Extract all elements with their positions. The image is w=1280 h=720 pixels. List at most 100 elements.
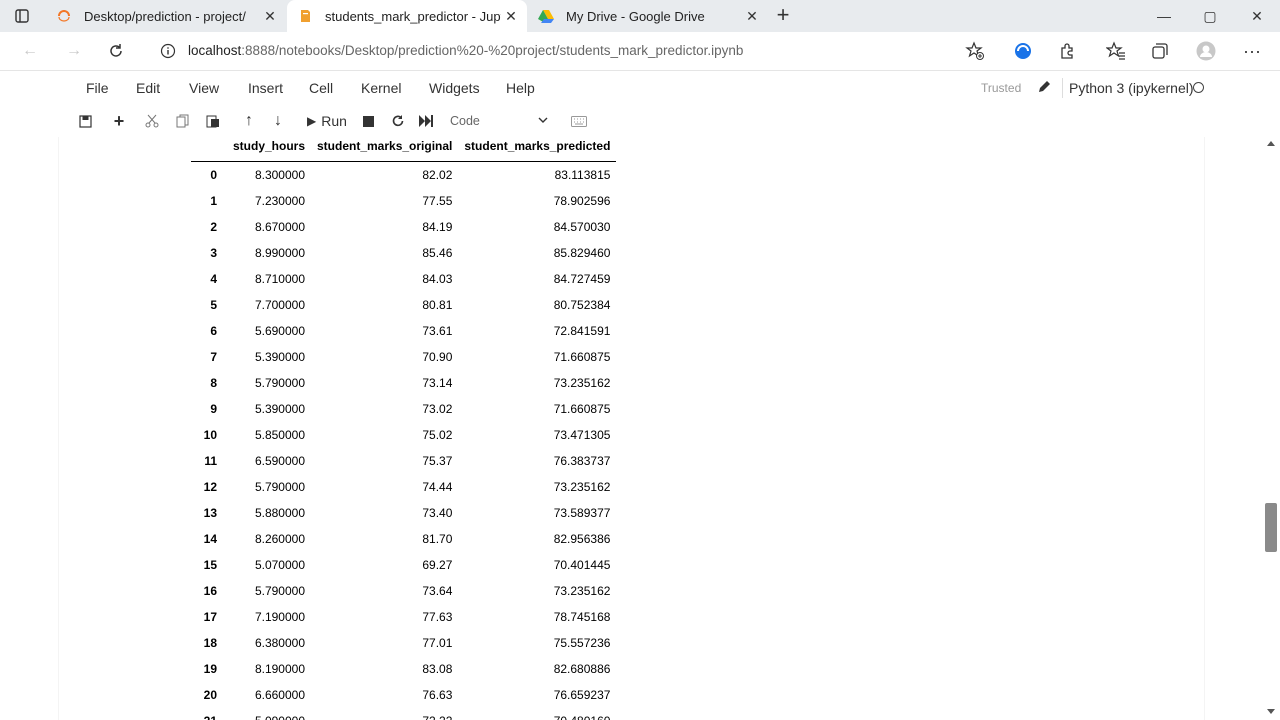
stop-icon[interactable] bbox=[361, 111, 375, 131]
keyboard-icon[interactable] bbox=[570, 111, 588, 131]
table-cell: 84.03 bbox=[422, 272, 453, 286]
row-index: 11 bbox=[204, 454, 217, 468]
chevron-down-icon bbox=[538, 114, 548, 128]
row-index: 1 bbox=[210, 194, 217, 208]
move-down-icon[interactable]: ↓ bbox=[269, 111, 287, 131]
table-cell: 73.40 bbox=[422, 506, 453, 520]
table-cell: 73.471305 bbox=[553, 428, 611, 442]
kernel-name[interactable]: Python 3 (ipykernel) bbox=[1069, 80, 1194, 96]
scroll-up-icon[interactable] bbox=[1267, 141, 1275, 146]
table-cell: 75.557236 bbox=[553, 636, 611, 650]
table-cell: 73.235162 bbox=[553, 376, 611, 390]
favorites-icon[interactable] bbox=[1106, 41, 1126, 61]
move-up-icon[interactable]: ↑ bbox=[240, 111, 258, 131]
run-label: Run bbox=[321, 113, 347, 129]
row-index: 16 bbox=[203, 584, 217, 598]
table-cell: 7.190000 bbox=[254, 610, 305, 624]
table-cell: 80.81 bbox=[422, 298, 453, 312]
table-cell: 8.300000 bbox=[254, 168, 305, 182]
table-cell: 73.589377 bbox=[553, 506, 611, 520]
menu-widgets[interactable]: Widgets bbox=[429, 80, 480, 96]
notebook-area: study_hours student_marks_original stude… bbox=[0, 137, 1280, 720]
vertical-scrollbar[interactable] bbox=[1262, 137, 1280, 720]
menu-help[interactable]: Help bbox=[506, 80, 535, 96]
table-cell: 6.590000 bbox=[254, 454, 305, 468]
table-row: 215.09000072.2270.480160 bbox=[191, 708, 616, 720]
table-cell: 76.659237 bbox=[553, 688, 611, 702]
table-cell: 82.956386 bbox=[553, 532, 611, 546]
tab-notebook[interactable]: students_mark_predictor - Jupyt ✕ bbox=[287, 0, 527, 32]
table-cell: 83.08 bbox=[422, 662, 453, 676]
settings-more-icon[interactable]: ··· bbox=[1242, 41, 1262, 61]
forward-icon[interactable]: → bbox=[62, 40, 86, 62]
table-cell: 5.790000 bbox=[254, 584, 305, 598]
table-cell: 73.14 bbox=[422, 376, 453, 390]
run-button[interactable]: ▶ Run bbox=[304, 111, 350, 131]
profile-avatar[interactable] bbox=[1196, 41, 1216, 61]
tab-close-icon[interactable]: ✕ bbox=[742, 8, 762, 25]
insert-cell-icon[interactable]: + bbox=[110, 111, 128, 131]
back-icon[interactable]: ← bbox=[18, 40, 42, 62]
jupyter-menubar: File Edit View Insert Cell Kernel Widget… bbox=[0, 71, 1280, 104]
divider bbox=[1204, 137, 1205, 720]
copy-icon[interactable] bbox=[174, 111, 192, 131]
table-row: 15 5.070000 69.27 70.401445 bbox=[191, 552, 616, 578]
table-cell: 70.480160 bbox=[458, 708, 616, 720]
menu-edit[interactable]: Edit bbox=[136, 80, 160, 96]
address-path: :8888/notebooks/Desktop/prediction%20-%2… bbox=[241, 43, 744, 58]
table-row: 14 8.260000 81.70 82.956386 bbox=[191, 526, 616, 552]
fast-forward-icon[interactable] bbox=[417, 111, 435, 131]
extensions-icon[interactable] bbox=[1057, 41, 1077, 61]
minimize-button[interactable]: — bbox=[1141, 0, 1187, 32]
restart-icon[interactable] bbox=[389, 111, 407, 131]
table-cell: 73.235162 bbox=[553, 584, 611, 598]
edit-pencil-icon[interactable] bbox=[1036, 79, 1052, 95]
row-index: 4 bbox=[210, 272, 217, 286]
menu-file[interactable]: File bbox=[86, 80, 109, 96]
maximize-button[interactable]: ▢ bbox=[1187, 0, 1233, 32]
save-icon[interactable] bbox=[76, 111, 94, 131]
menu-view[interactable]: View bbox=[189, 80, 219, 96]
cut-icon[interactable] bbox=[143, 111, 161, 131]
table-row: 10 5.850000 75.02 73.471305 bbox=[191, 422, 616, 448]
tab-google-drive[interactable]: My Drive - Google Drive ✕ bbox=[528, 0, 768, 32]
row-index: 9 bbox=[210, 402, 217, 416]
table-cell: 84.570030 bbox=[553, 220, 611, 234]
row-index: 2 bbox=[210, 220, 217, 234]
table-cell: 70.90 bbox=[422, 350, 453, 364]
tab-close-icon[interactable]: ✕ bbox=[260, 8, 280, 25]
extension-shield-icon[interactable] bbox=[1013, 41, 1033, 61]
scrollbar-thumb[interactable] bbox=[1265, 503, 1277, 552]
refresh-icon[interactable] bbox=[104, 40, 128, 62]
kernel-idle-indicator bbox=[1193, 82, 1204, 93]
new-tab-button[interactable]: + bbox=[772, 4, 794, 26]
table-cell: 78.902596 bbox=[553, 194, 611, 208]
table-cell: 80.752384 bbox=[553, 298, 611, 312]
trusted-indicator[interactable]: Trusted bbox=[981, 81, 1021, 95]
table-cell: 6.660000 bbox=[254, 688, 305, 702]
table-cell: 84.19 bbox=[422, 220, 453, 234]
table-cell: 5.880000 bbox=[254, 506, 305, 520]
add-favorite-icon[interactable] bbox=[965, 41, 985, 61]
column-header: student_marks_original bbox=[311, 137, 459, 162]
table-row: 8 5.790000 73.14 73.235162 bbox=[191, 370, 616, 396]
close-window-button[interactable]: ✕ bbox=[1234, 0, 1280, 32]
tab-actions-icon[interactable] bbox=[14, 8, 30, 24]
table-cell: 82.02 bbox=[422, 168, 453, 182]
table-cell: 74.44 bbox=[422, 480, 453, 494]
scroll-down-icon[interactable] bbox=[1267, 709, 1275, 714]
menu-kernel[interactable]: Kernel bbox=[361, 80, 401, 96]
table-cell: 73.64 bbox=[422, 584, 453, 598]
paste-icon[interactable] bbox=[204, 111, 222, 131]
menu-insert[interactable]: Insert bbox=[248, 80, 283, 96]
table-cell: 5.690000 bbox=[254, 324, 305, 338]
address-bar[interactable]: localhost:8888/notebooks/Desktop/predict… bbox=[188, 43, 743, 58]
tab-close-icon[interactable]: ✕ bbox=[501, 8, 521, 25]
collections-icon[interactable] bbox=[1150, 41, 1170, 61]
cell-type-select[interactable]: Code bbox=[444, 110, 554, 132]
site-info-icon[interactable] bbox=[160, 43, 176, 59]
row-index: 10 bbox=[203, 428, 217, 442]
menu-cell[interactable]: Cell bbox=[309, 80, 333, 96]
table-cell: 75.02 bbox=[422, 428, 453, 442]
tab-jupyter-tree[interactable]: Desktop/prediction - project/ ✕ bbox=[46, 0, 286, 32]
